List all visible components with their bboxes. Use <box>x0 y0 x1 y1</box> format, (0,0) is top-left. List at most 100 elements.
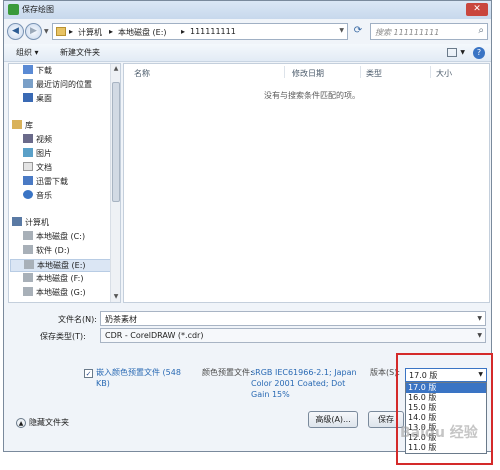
breadcrumb-separator-icon[interactable]: ▸ <box>181 27 185 36</box>
downloads-icon <box>23 65 33 74</box>
sidebar-item-label: 本地磁盘 (G:) <box>36 288 86 297</box>
save-dialog-window: 保存绘图 ✕ ◀ ▶ ▼ ▸ 计算机 ▸ 本地磁盘 (E:) ▸ 1111111… <box>3 0 493 465</box>
filetype-dropdown-icon[interactable]: ▼ <box>477 332 482 339</box>
filetype-value: CDR - CorelDRAW (*.cdr) <box>105 331 204 340</box>
scroll-up-icon[interactable]: ▲ <box>112 65 120 73</box>
sidebar-item-label: 本地磁盘 (E:) <box>37 261 86 270</box>
drive-icon <box>24 260 34 269</box>
embed-profile-checkbox[interactable]: ✓ <box>84 369 93 378</box>
filename-label: 文件名(N): <box>58 315 97 324</box>
hide-folders-label: 隐藏文件夹 <box>29 418 69 427</box>
color-profile-value: sRGB IEC61966-2.1; Japan Color 2001 Coat… <box>251 368 357 399</box>
address-bar[interactable]: ▸ 计算机 ▸ 本地磁盘 (E:) ▸ 111111111 ▼ <box>52 23 348 40</box>
navigation-pane: 下载 最近访问的位置 桌面 库 视频 图片 文档 迅雷下载 音乐 计算机 本地磁… <box>8 63 121 303</box>
column-header-type[interactable]: 类型 <box>366 68 382 79</box>
view-options-icon[interactable] <box>447 48 457 57</box>
sidebar-item-libraries[interactable]: 库 <box>12 120 33 133</box>
sidebar-item-label: 迅雷下载 <box>36 177 68 186</box>
column-header-modified[interactable]: 修改日期 <box>292 68 324 79</box>
filetype-select[interactable]: CDR - CorelDRAW (*.cdr) ▼ <box>100 328 486 343</box>
column-divider[interactable] <box>284 66 285 78</box>
sidebar-item-drive-c[interactable]: 本地磁盘 (C:) <box>23 231 85 244</box>
watermark-text: Baidu 经验 <box>400 425 478 441</box>
filename-input[interactable]: 奶茶素材 ▼ <box>100 311 486 326</box>
filename-value: 奶茶素材 <box>105 315 137 324</box>
navigation-bar: ◀ ▶ ▼ ▸ 计算机 ▸ 本地磁盘 (E:) ▸ 111111111 ▼ ⟳ … <box>4 20 491 44</box>
sidebar-item-label: 本地磁盘 (F:) <box>36 274 84 283</box>
empty-results-message: 没有与搜索条件匹配的项。 <box>264 91 360 100</box>
search-input[interactable]: 搜索 111111111 ⌕ <box>370 23 488 40</box>
help-icon[interactable]: ? <box>473 47 485 59</box>
scroll-down-icon[interactable]: ▼ <box>112 293 120 301</box>
drive-icon <box>23 231 33 240</box>
refresh-icon[interactable]: ⟳ <box>351 25 365 38</box>
sidebar-scrollbar[interactable]: ▲ ▼ <box>110 64 120 302</box>
hide-folders-toggle[interactable]: ▲ 隐藏文件夹 <box>16 417 69 428</box>
color-profile-label: 颜色预置文件: <box>202 368 253 377</box>
breadcrumb-separator-icon[interactable]: ▸ <box>69 27 73 36</box>
libraries-icon <box>12 120 22 129</box>
sidebar-item-drive-f[interactable]: 本地磁盘 (F:) <box>23 273 83 286</box>
sidebar-item-drive-d[interactable]: 软件 (D:) <box>23 245 70 258</box>
sidebar-item-xunlei-downloads[interactable]: 迅雷下载 <box>23 176 68 189</box>
sidebar-item-desktop[interactable]: 桌面 <box>23 93 52 106</box>
chevron-up-icon: ▲ <box>16 418 26 428</box>
sidebar-item-label: 本地磁盘 (C:) <box>36 232 86 241</box>
file-list-pane: 名称 修改日期 类型 大小 没有与搜索条件匹配的项。 <box>123 63 490 303</box>
sidebar-item-label: 下载 <box>36 66 52 75</box>
sidebar-item-label: 音乐 <box>36 191 52 200</box>
breadcrumb-drive-e[interactable]: 本地磁盘 (E:) <box>118 27 167 38</box>
forward-button[interactable]: ▶ <box>25 23 42 40</box>
music-icon <box>23 190 33 199</box>
recent-locations-dropdown[interactable]: ▼ <box>44 28 49 35</box>
video-icon <box>23 134 33 143</box>
search-icon: ⌕ <box>478 25 484 36</box>
desktop-icon <box>23 93 33 102</box>
coreldraw-app-icon <box>8 4 19 15</box>
breadcrumb-computer[interactable]: 计算机 <box>78 27 102 38</box>
sidebar-item-label: 图片 <box>36 149 52 158</box>
folder-icon <box>56 27 66 36</box>
sidebar-item-recent-places[interactable]: 最近访问的位置 <box>23 79 92 92</box>
address-dropdown-icon[interactable]: ▼ <box>339 27 344 34</box>
advanced-button[interactable]: 高级(A)... <box>308 411 358 428</box>
close-button[interactable]: ✕ <box>466 3 488 16</box>
sidebar-item-computer[interactable]: 计算机 <box>12 217 49 230</box>
breadcrumb-folder[interactable]: 111111111 <box>190 27 236 36</box>
sidebar-item-label: 最近访问的位置 <box>36 80 92 89</box>
back-button[interactable]: ◀ <box>7 23 24 40</box>
sidebar-item-label: 库 <box>25 121 33 130</box>
window-title: 保存绘图 <box>22 5 54 14</box>
sidebar-item-label: 软件 (D:) <box>36 246 70 255</box>
column-header-name[interactable]: 名称 <box>134 68 150 79</box>
sidebar-item-documents[interactable]: 文档 <box>23 162 52 175</box>
pictures-icon <box>23 148 33 157</box>
drive-icon <box>23 245 33 254</box>
sidebar-item-drive-g[interactable]: 本地磁盘 (G:) <box>23 287 86 300</box>
embed-profile-label[interactable]: 嵌入颜色预置文件 (548 KB) <box>96 367 186 389</box>
computer-icon <box>12 217 22 226</box>
new-folder-button[interactable]: 新建文件夹 <box>60 47 100 58</box>
column-divider[interactable] <box>430 66 431 78</box>
search-placeholder: 搜索 111111111 <box>375 28 440 37</box>
drive-icon <box>23 287 33 296</box>
breadcrumb-separator-icon[interactable]: ▸ <box>109 27 113 36</box>
sidebar-item-videos[interactable]: 视频 <box>23 134 52 147</box>
sidebar-item-downloads[interactable]: 下载 <box>23 65 52 78</box>
sidebar-item-music[interactable]: 音乐 <box>23 190 52 203</box>
sidebar-item-label: 文档 <box>36 163 52 172</box>
column-divider[interactable] <box>360 66 361 78</box>
organize-button[interactable]: 组织 ▾ <box>16 47 39 58</box>
sidebar-item-pictures[interactable]: 图片 <box>23 148 52 161</box>
sidebar-item-drive-e[interactable]: 本地磁盘 (E:) <box>10 259 112 272</box>
filename-dropdown-icon[interactable]: ▼ <box>477 315 482 322</box>
column-header-size[interactable]: 大小 <box>436 68 452 79</box>
title-bar: 保存绘图 ✕ <box>4 1 491 19</box>
view-dropdown-icon[interactable]: ▼ <box>460 49 465 56</box>
xunlei-icon <box>23 176 33 185</box>
filetype-label: 保存类型(T): <box>40 332 86 341</box>
scrollbar-thumb[interactable] <box>112 82 120 202</box>
drive-icon <box>23 273 33 282</box>
documents-icon <box>23 162 33 171</box>
sidebar-item-label: 桌面 <box>36 94 52 103</box>
